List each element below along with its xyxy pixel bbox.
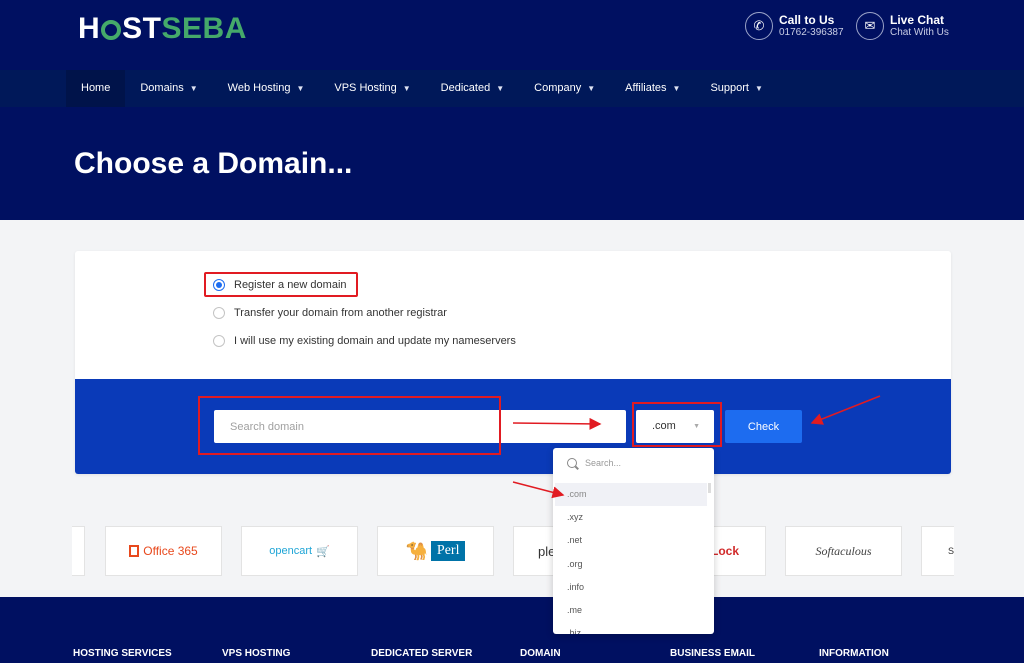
tld-option-list: .com .xyz .net .org .info .me .biz [555, 483, 707, 634]
logo-perl: 🐪 Perl [377, 526, 494, 576]
option-existing-label: I will use my existing domain and update… [234, 335, 516, 347]
tld-option[interactable]: .net [555, 529, 707, 552]
tld-search-placeholder: Search... [585, 458, 622, 468]
tld-option[interactable]: .info [555, 576, 707, 599]
phone-icon: ✆ [745, 12, 773, 40]
call-title: Call to Us [779, 13, 835, 27]
main-nav: Home Domains ▼ Web Hosting ▼ VPS Hosting ▼ … [0, 70, 1024, 107]
partner-logos: Office 365 opencart 🛒 🐪 Perl ple Lock Sof… [72, 526, 954, 576]
tld-option[interactable]: .xyz [555, 506, 707, 529]
radio-transfer[interactable] [213, 307, 225, 319]
tld-option[interactable]: .org [555, 553, 707, 576]
site-footer: HOSTING SERVICES VPS HOSTING DEDICATED S… [0, 597, 1024, 663]
logo-text-h: H [78, 12, 101, 45]
chat-subtitle: Chat With Us [890, 27, 949, 38]
nav-affiliates[interactable]: Affiliates ▼ [610, 70, 695, 107]
footer-vps-hosting: VPS HOSTING [222, 648, 291, 659]
tld-dropdown[interactable]: Search... .com .xyz .net .org .info .me … [553, 448, 714, 634]
footer-dedicated-server: DEDICATED SERVER [371, 648, 473, 659]
option-transfer[interactable]: Transfer your domain from another regist… [213, 299, 516, 327]
logo-card-partial [72, 526, 85, 576]
chevron-down-icon: ▼ [496, 84, 505, 93]
chevron-down-icon: ▼ [402, 84, 411, 93]
nav-web-hosting[interactable]: Web Hosting ▼ [213, 70, 320, 107]
nav-domains[interactable]: Domains ▼ [125, 70, 212, 107]
logo-text-seba: SEBA [161, 12, 247, 45]
chevron-down-icon: ▼ [587, 84, 596, 93]
call-number: 01762-396387 [779, 27, 844, 38]
nav-vps-hosting[interactable]: VPS Hosting ▼ [319, 70, 425, 107]
search-icon [567, 458, 577, 468]
hostseba-logo[interactable]: H STSEBA [78, 12, 247, 46]
dropdown-scrollbar[interactable] [708, 483, 711, 493]
camel-icon: 🐪 [405, 540, 428, 561]
logo-o-mark [101, 20, 122, 40]
chevron-down-icon: ▼ [296, 84, 305, 93]
page-title: Choose a Domain... [74, 147, 353, 180]
cart-icon: 🛒 [316, 545, 330, 558]
chevron-down-icon: ▼ [189, 84, 198, 93]
hero-banner: Choose a Domain... [0, 107, 1024, 220]
logo-opencart: opencart 🛒 [241, 526, 358, 576]
chevron-down-icon: ▼ [672, 84, 681, 93]
footer-hosting-services: HOSTING SERVICES [73, 648, 172, 659]
chat-icon: ✉ [856, 12, 884, 40]
office-icon [129, 545, 140, 557]
footer-domain: DOMAIN [520, 648, 561, 659]
highlight-tld-box [632, 402, 722, 447]
footer-business-email: BUSINESS EMAIL [670, 648, 756, 659]
call-to-us[interactable]: ✆ Call to Us 01762-396387 [745, 12, 844, 40]
highlight-search-box [198, 396, 501, 455]
logo-text-st: ST [122, 12, 162, 45]
option-transfer-label: Transfer your domain from another regist… [234, 307, 447, 319]
logo-softaculous: Softaculous [785, 526, 902, 576]
footer-information: INFORMATION [819, 648, 889, 659]
tld-option[interactable]: .biz [555, 622, 707, 634]
option-existing[interactable]: I will use my existing domain and update… [213, 327, 516, 355]
nav-support[interactable]: Support ▼ [695, 70, 777, 107]
radio-existing[interactable] [213, 335, 225, 347]
logo-office365: Office 365 [105, 526, 222, 576]
site-header: H STSEBA ✆ Call to Us 01762-396387 ✉ Live… [0, 0, 1024, 70]
nav-dedicated[interactable]: Dedicated ▼ [426, 70, 519, 107]
chevron-down-icon: ▼ [754, 84, 763, 93]
nav-company[interactable]: Company ▼ [519, 70, 610, 107]
tld-option[interactable]: .me [555, 599, 707, 622]
tld-dropdown-search[interactable]: Search... [567, 458, 621, 468]
tld-option[interactable]: .com [555, 483, 707, 507]
check-button[interactable]: Check [725, 410, 802, 443]
logo-card-last: S [921, 526, 954, 576]
live-chat[interactable]: ✉ Live Chat Chat With Us [856, 12, 949, 40]
nav-home[interactable]: Home [66, 70, 126, 107]
chat-title: Live Chat [890, 13, 945, 27]
highlight-register-box [204, 272, 358, 297]
